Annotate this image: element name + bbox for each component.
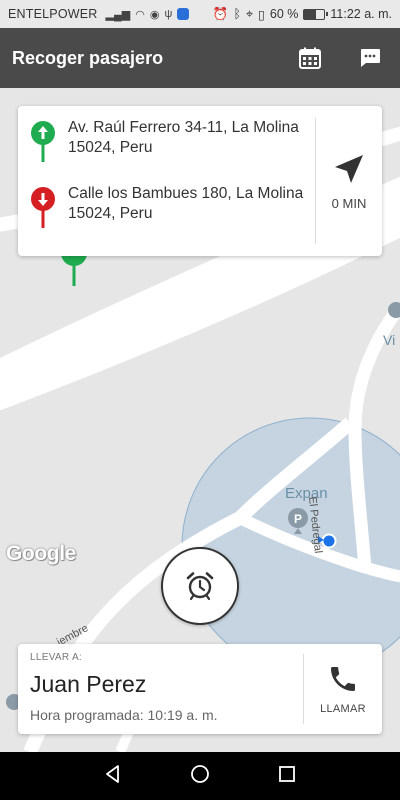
passenger-name: Juan Perez — [30, 671, 147, 697]
system-nav-bar — [0, 752, 400, 800]
calendar-icon — [299, 47, 321, 69]
signal-icon: ▂▄▆ — [105, 8, 131, 21]
svg-text:P: P — [294, 512, 302, 526]
message-button[interactable] — [358, 46, 382, 70]
origin-pin-icon — [31, 121, 55, 162]
destination-address: Calle los Bambues 180, La Molina 15024, … — [68, 185, 304, 222]
back-icon — [106, 764, 120, 783]
app-bar: Recoger pasajero — [0, 28, 400, 88]
destination-pin-icon — [31, 187, 55, 228]
alarm-status-icon: ⏰ — [212, 6, 229, 21]
vibrate-icon: ▯ — [258, 7, 265, 22]
map-label-vi: Vi — [383, 332, 396, 348]
calendar-button[interactable] — [298, 46, 322, 70]
location-icon: ⌖ — [245, 6, 253, 21]
bluetooth-icon: ᛒ — [233, 7, 241, 21]
home-button[interactable] — [190, 764, 210, 789]
phone-icon — [331, 667, 355, 691]
recents-button[interactable] — [277, 764, 297, 789]
destination-row[interactable]: Calle los Bambues 180, La Molina 15024, … — [30, 184, 315, 250]
status-right-group: ⏰ ᛒ ⌖ ▯ 60 % 11:22 a. m. — [213, 7, 392, 22]
recents-icon — [278, 765, 295, 782]
battery-icon — [303, 8, 329, 20]
deliver-label: LLEVAR A: — [30, 652, 82, 663]
eta-label: 0 MIN — [331, 195, 367, 211]
status-notification-icons: ▂▄▆ ◠ ◉ ψ — [106, 8, 190, 21]
route-address-list: Av. Raúl Ferrero 34-11, La Molina 15024,… — [18, 106, 315, 256]
origin-pin — [30, 118, 56, 164]
battery-percent: 60 % — [269, 7, 299, 21]
route-card: Av. Raúl Ferrero 34-11, La Molina 15024,… — [18, 106, 382, 256]
carrier-name: ENTELPOWER — [8, 7, 98, 21]
alarm-button[interactable] — [161, 547, 239, 625]
origin-address: Av. Raúl Ferrero 34-11, La Molina 15024,… — [68, 119, 299, 156]
google-logo: Google — [6, 542, 76, 565]
back-button[interactable] — [103, 764, 123, 789]
passenger-info: LLEVAR A: Juan Perez Hora programada: 10… — [18, 644, 303, 734]
wifi-icon: ◠ — [135, 8, 145, 21]
battery-fill — [304, 9, 317, 19]
usb-icon: ψ — [164, 8, 173, 20]
message-icon — [361, 49, 380, 67]
scheduled-time: Hora programada: 10:19 a. m. — [30, 707, 218, 723]
call-button[interactable]: LLAMAR — [304, 644, 382, 734]
call-label: LLAMAR — [320, 703, 366, 715]
navigate-button[interactable]: 0 MIN — [316, 106, 382, 256]
user-location-dot — [321, 533, 337, 549]
page-title: Recoger pasajero — [12, 47, 164, 68]
status-time: 11:22 a. m. — [330, 7, 392, 21]
destination-pin — [30, 184, 56, 230]
origin-row[interactable]: Av. Raúl Ferrero 34-11, La Molina 15024,… — [30, 118, 315, 184]
home-icon — [191, 764, 209, 783]
shield-icon — [177, 8, 190, 20]
status-bar: ENTELPOWER ▂▄▆ ◠ ◉ ψ ⏰ ᛒ ⌖ ▯ 60 % 11:22 … — [0, 0, 400, 28]
alarm-clock-icon — [186, 572, 214, 601]
app-bar-actions — [298, 46, 388, 70]
app-icon: ◉ — [149, 8, 160, 21]
passenger-card: LLEVAR A: Juan Perez Hora programada: 10… — [18, 644, 382, 734]
navigation-arrow-icon — [335, 154, 363, 183]
